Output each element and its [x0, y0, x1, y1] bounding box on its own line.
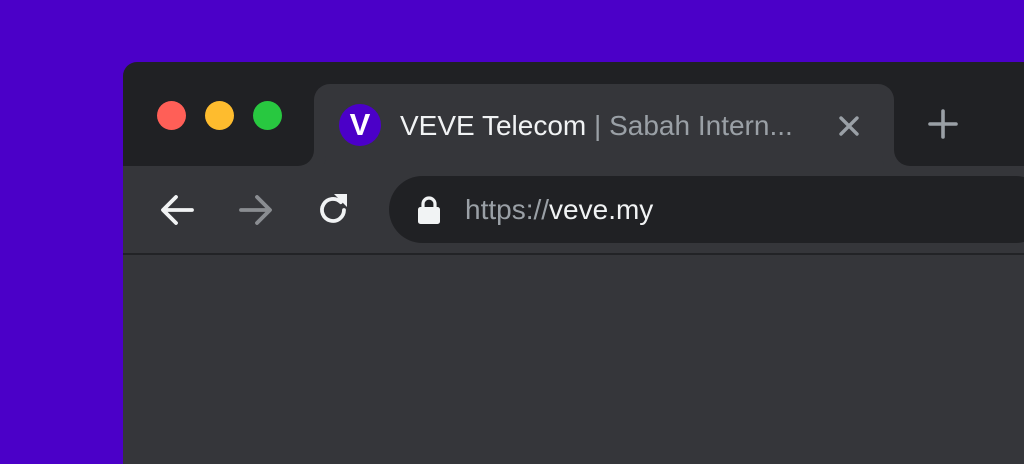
- page-content-area[interactable]: [123, 255, 1024, 464]
- browser-window: V VEVE Telecom | Sabah Intern... https:/…: [123, 62, 1024, 464]
- window-zoom-button[interactable]: [253, 101, 282, 130]
- address-bar[interactable]: https://veve.my: [389, 176, 1024, 243]
- tab-close-icon[interactable]: [835, 112, 863, 140]
- tab-title-separator: |: [586, 110, 610, 141]
- tab-strip: V VEVE Telecom | Sabah Intern...: [123, 62, 1024, 174]
- forward-arrow-icon[interactable]: [236, 191, 274, 229]
- favicon: V: [339, 104, 381, 146]
- window-minimize-button[interactable]: [205, 101, 234, 130]
- toolbar: https://veve.my: [123, 166, 1024, 255]
- new-tab-plus-icon[interactable]: [927, 108, 959, 140]
- window-close-button[interactable]: [157, 101, 186, 130]
- url-host: veve.my: [549, 194, 654, 225]
- tab-title: VEVE Telecom | Sabah Intern...: [400, 106, 820, 146]
- back-arrow-icon[interactable]: [159, 191, 197, 229]
- url-scheme: https://: [465, 194, 550, 225]
- reload-icon[interactable]: [314, 191, 352, 229]
- tab-title-main: VEVE Telecom: [400, 110, 587, 141]
- tab-title-rest: Sabah Intern...: [609, 110, 793, 141]
- url-text: https://veve.my: [465, 190, 653, 230]
- tab-active[interactable]: V VEVE Telecom | Sabah Intern...: [314, 84, 894, 174]
- lock-icon[interactable]: [417, 195, 441, 225]
